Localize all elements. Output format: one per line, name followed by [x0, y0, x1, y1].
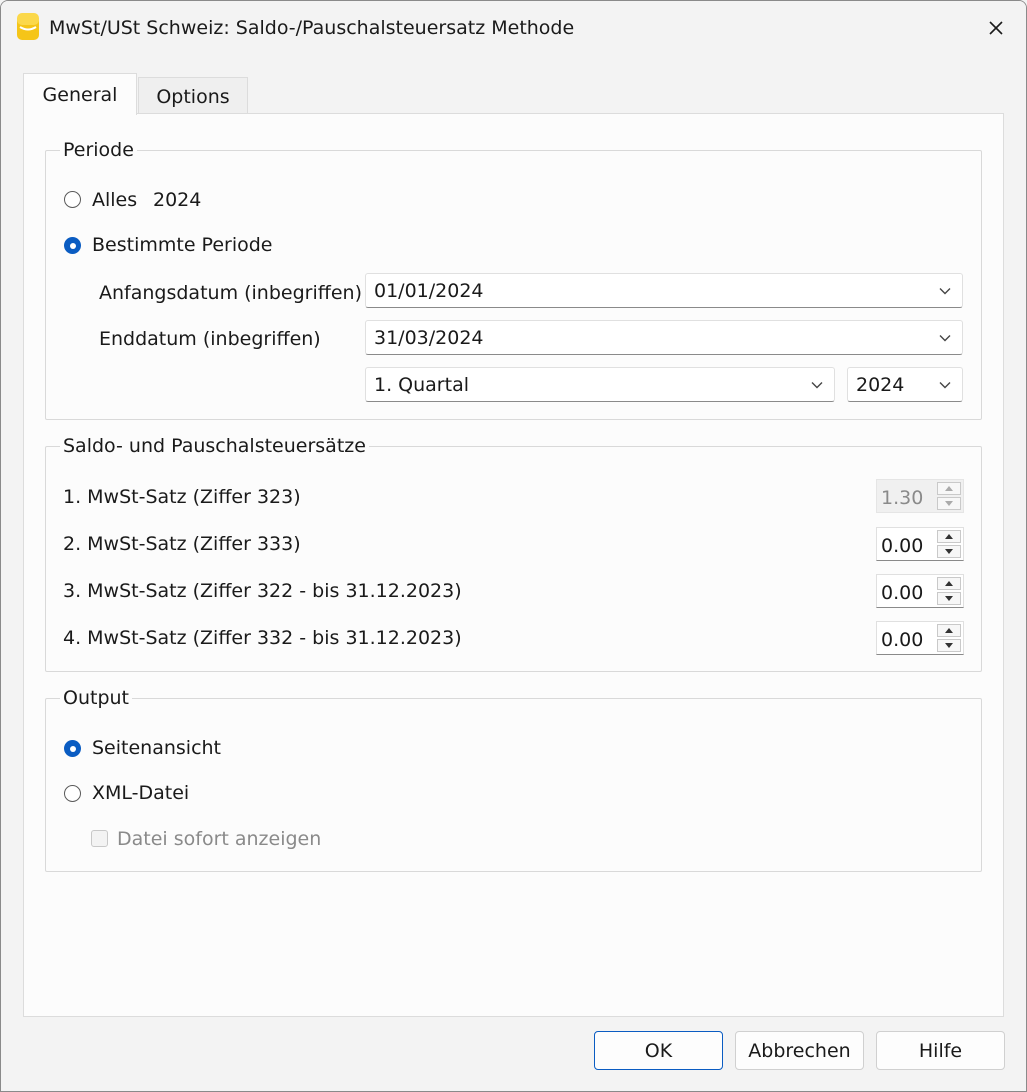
- mwst-satz-2-value[interactable]: 0.00: [881, 535, 923, 557]
- spin-up-button[interactable]: [937, 624, 961, 637]
- enddatum-value: 31/03/2024: [374, 327, 484, 349]
- periode-group: Periode Alles 2024 Bestimmte Periode Anf…: [45, 139, 982, 420]
- anfangsdatum-label: Anfangsdatum (inbegriffen): [99, 282, 362, 304]
- close-icon[interactable]: [981, 13, 1011, 43]
- mwst-satz-1-spinbox: 1.30: [876, 479, 964, 513]
- tab-general[interactable]: General: [23, 73, 137, 115]
- abbrechen-button[interactable]: Abbrechen: [735, 1031, 864, 1070]
- datei-anzeigen-checkbox: [91, 830, 108, 847]
- mwst-satz-label: 3. MwSt-Satz (Ziffer 322 - bis 31.12.202…: [63, 580, 462, 602]
- enddatum-label: Enddatum (inbegriffen): [99, 328, 321, 350]
- output-legend: Output: [60, 687, 132, 709]
- mwst-satz-1-value: 1.30: [881, 487, 924, 509]
- window-title: MwSt/USt Schweiz: Saldo-/Pauschalsteuers…: [49, 17, 575, 39]
- output-group: Output Seitenansicht XML-Datei Datei sof…: [45, 687, 982, 872]
- chevron-down-icon: [811, 382, 823, 389]
- anfangsdatum-combo[interactable]: 01/01/2024: [365, 273, 963, 308]
- chevron-down-icon: [939, 335, 951, 342]
- mwst-satz-label: 1. MwSt-Satz (Ziffer 323): [63, 486, 301, 508]
- year-select-value: 2024: [856, 374, 905, 396]
- mwst-satz-label: 2. MwSt-Satz (Ziffer 333): [63, 533, 301, 555]
- spin-up-button[interactable]: [937, 577, 961, 590]
- spin-up-button: [937, 482, 961, 495]
- saldo-group: Saldo- und Pauschalsteuersätze 1. MwSt-S…: [45, 435, 982, 672]
- chevron-down-icon: [939, 288, 951, 295]
- mwst-satz-label: 4. MwSt-Satz (Ziffer 332 - bis 31.12.202…: [63, 627, 462, 649]
- datei-anzeigen-label: Datei sofort anzeigen: [117, 828, 322, 850]
- enddatum-combo[interactable]: 31/03/2024: [365, 320, 963, 355]
- mwst-satz-3-spinbox[interactable]: 0.00: [876, 574, 964, 608]
- dialog-window: MwSt/USt Schweiz: Saldo-/Pauschalsteuers…: [0, 0, 1027, 1092]
- alles-year: 2024: [153, 189, 202, 211]
- anfangsdatum-value: 01/01/2024: [374, 280, 484, 302]
- hilfe-button[interactable]: Hilfe: [876, 1031, 1005, 1070]
- xml-datei-radio[interactable]: [64, 785, 81, 802]
- spin-down-button[interactable]: [937, 639, 961, 652]
- chevron-down-icon: [939, 382, 951, 389]
- mwst-satz-2-spinbox[interactable]: 0.00: [876, 527, 964, 561]
- spin-up-button[interactable]: [937, 530, 961, 543]
- app-icon: [17, 13, 39, 40]
- seitenansicht-label[interactable]: Seitenansicht: [92, 737, 221, 759]
- seitenansicht-radio[interactable]: [64, 740, 81, 757]
- alles-radio[interactable]: [64, 191, 81, 208]
- mwst-satz-4-value[interactable]: 0.00: [881, 629, 923, 651]
- mwst-satz-3-value[interactable]: 0.00: [881, 582, 923, 604]
- bestimmte-periode-radio[interactable]: [64, 237, 81, 254]
- periode-legend: Periode: [60, 139, 137, 161]
- spin-down-button: [937, 497, 961, 510]
- ok-button[interactable]: OK: [594, 1031, 723, 1070]
- period-select-value: 1. Quartal: [374, 374, 469, 396]
- general-panel: Periode Alles 2024 Bestimmte Periode Anf…: [23, 113, 1004, 1017]
- tab-options[interactable]: Options: [138, 77, 248, 114]
- year-select[interactable]: 2024: [847, 367, 963, 402]
- title-bar: MwSt/USt Schweiz: Saldo-/Pauschalsteuers…: [1, 1, 1026, 55]
- alles-label[interactable]: Alles: [92, 189, 137, 211]
- mwst-satz-4-spinbox[interactable]: 0.00: [876, 621, 964, 655]
- spin-down-button[interactable]: [937, 592, 961, 605]
- xml-datei-label[interactable]: XML-Datei: [92, 782, 189, 804]
- bestimmte-periode-label[interactable]: Bestimmte Periode: [92, 234, 272, 256]
- period-select[interactable]: 1. Quartal: [365, 367, 835, 402]
- spin-down-button[interactable]: [937, 545, 961, 558]
- saldo-legend: Saldo- und Pauschalsteuersätze: [60, 435, 369, 457]
